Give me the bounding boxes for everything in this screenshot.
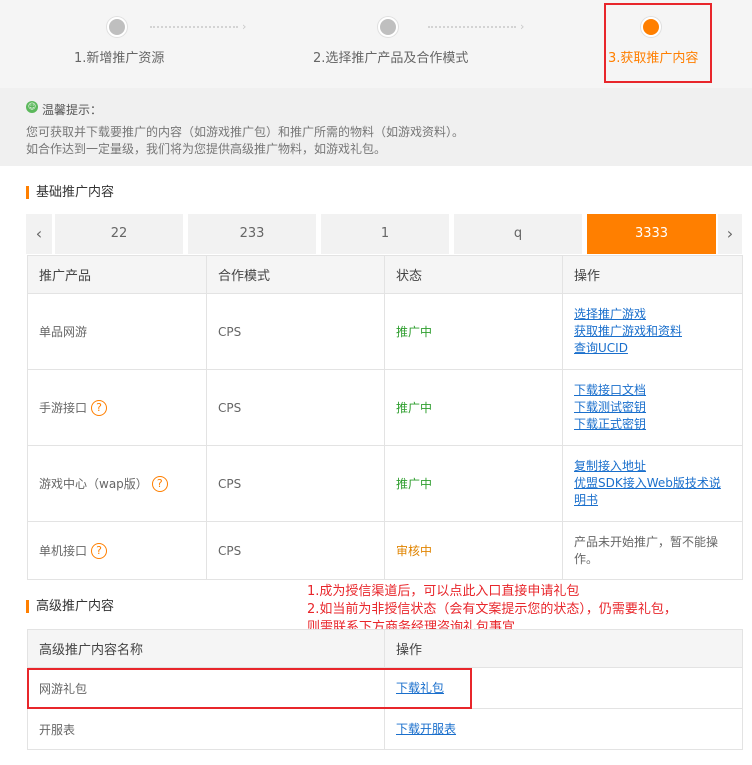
tab-22[interactable]: 22 <box>55 214 183 254</box>
download-test-key-link[interactable]: 下载测试密钥 <box>574 399 731 416</box>
ops-cell: 产品未开始推广，暂不能操 作。 <box>562 521 743 580</box>
product-cell: 单机接口? <box>27 521 207 580</box>
ops-cell: 下载接口文档 下载测试密钥 下载正式密钥 <box>562 369 743 446</box>
basic-content-table: 推广产品 合作模式 状态 操作 单品网游 CPS 推广中 选择推广游戏 获取推广… <box>27 255 743 580</box>
table-header-row: 高级推广内容名称 操作 <box>27 629 743 668</box>
tips-line: 您可获取并下载要推广的内容（如游戏推广包）和推广所需的物料（如游戏资料）。 <box>26 125 465 139</box>
select-game-link[interactable]: 选择推广游戏 <box>574 306 731 323</box>
tips-title: 温馨提示： <box>42 103 103 117</box>
table-row: 开服表 下载开服表 <box>27 708 743 750</box>
tips-panel: ☺ 温馨提示： 您可获取并下载要推广的内容（如游戏推广包）和推广所需的物料（如游… <box>0 88 752 166</box>
ops-cell: 复制接入地址 优盟SDK接入Web版技术说 明书 <box>562 445 743 522</box>
question-circle-icon[interactable]: ? <box>151 476 168 493</box>
highlight-box <box>604 3 712 83</box>
download-api-doc-link[interactable]: 下载接口文档 <box>574 382 731 399</box>
chevron-left-icon[interactable]: ‹ <box>26 214 52 254</box>
column-header: 操作 <box>384 629 743 668</box>
status-cell: 审核中 <box>384 521 563 580</box>
sdk-web-doc-link-cont[interactable]: 明书 <box>574 492 731 509</box>
ops-cell: 下载开服表 <box>384 708 743 750</box>
product-name: 单机接口 <box>39 543 88 558</box>
download-server-list-link[interactable]: 下载开服表 <box>396 721 731 738</box>
copy-access-url-link[interactable]: 复制接入地址 <box>574 458 731 475</box>
step-2-dot <box>378 17 398 37</box>
tab-233[interactable]: 233 <box>188 214 316 254</box>
column-header: 操作 <box>562 255 743 294</box>
status-cell: 推广中 <box>384 293 563 370</box>
ops-cell: 选择推广游戏 获取推广游戏和资料 查询UCID <box>562 293 743 370</box>
smile-icon: ☺ <box>26 101 38 113</box>
status-cell: 推广中 <box>384 445 563 522</box>
progress-steps: › › 1.新增推广资源 2.选择推广产品及合作模式 3.获取推广内容 <box>0 0 752 88</box>
query-ucid-link[interactable]: 查询UCID <box>574 340 731 357</box>
annotation-line: 1.成为授信渠道后，可以点此入口直接申请礼包 <box>307 584 580 599</box>
table-row: 单品网游 CPS 推广中 选择推广游戏 获取推广游戏和资料 查询UCID <box>27 293 743 370</box>
column-header: 推广产品 <box>27 255 207 294</box>
mode-cell: CPS <box>206 445 385 522</box>
section-title-basic: 基础推广内容 <box>26 186 114 199</box>
annotation-line: 2.如当前为非授信状态（会有文案提示您的状态），仍需要礼包， <box>307 602 677 617</box>
product-cell: 手游接口? <box>27 369 207 446</box>
step-1-dot <box>107 17 127 37</box>
product-cell: 单品网游 <box>27 293 207 370</box>
product-tabs: ‹ 22 233 1 q 3333 › <box>26 214 742 254</box>
step-connector <box>150 26 238 28</box>
tips-line: 如合作达到一定量级，我们将为您提供高级推广物料，如游戏礼包。 <box>26 142 387 156</box>
mode-cell: CPS <box>206 293 385 370</box>
column-header: 高级推广内容名称 <box>27 629 385 668</box>
status-cell: 推广中 <box>384 369 563 446</box>
table-header-row: 推广产品 合作模式 状态 操作 <box>27 255 743 294</box>
table-row: 单机接口? CPS 审核中 产品未开始推广，暂不能操 作。 <box>27 521 743 580</box>
column-header: 合作模式 <box>206 255 385 294</box>
download-prod-key-link[interactable]: 下载正式密钥 <box>574 416 731 433</box>
sdk-web-doc-link[interactable]: 优盟SDK接入Web版技术说 <box>574 475 731 492</box>
highlight-box <box>27 668 472 709</box>
mode-cell: CPS <box>206 369 385 446</box>
chevron-right-icon: › <box>242 20 247 33</box>
table-row: 手游接口? CPS 推广中 下载接口文档 下载测试密钥 下载正式密钥 <box>27 369 743 446</box>
not-started-note: 产品未开始推广，暂不能操 <box>574 534 719 549</box>
mode-cell: CPS <box>206 521 385 580</box>
content-name-cell: 开服表 <box>27 708 385 750</box>
product-name: 游戏中心（wap版） <box>39 476 148 491</box>
step-2-label: 2.选择推广产品及合作模式 <box>313 51 469 66</box>
section-title-advanced: 高级推广内容 <box>26 600 114 613</box>
product-name: 单品网游 <box>39 325 88 339</box>
tab-q[interactable]: q <box>454 214 582 254</box>
get-game-materials-link[interactable]: 获取推广游戏和资料 <box>574 323 731 340</box>
tab-3333[interactable]: 3333 <box>587 214 716 254</box>
step-connector <box>428 26 516 28</box>
question-circle-icon[interactable]: ? <box>91 400 108 417</box>
question-circle-icon[interactable]: ? <box>91 543 108 560</box>
column-header: 状态 <box>384 255 563 294</box>
chevron-right-icon[interactable]: › <box>718 214 742 254</box>
chevron-right-icon: › <box>520 20 525 33</box>
table-row: 游戏中心（wap版）? CPS 推广中 复制接入地址 优盟SDK接入Web版技术… <box>27 445 743 522</box>
product-name: 手游接口 <box>39 400 88 415</box>
product-cell: 游戏中心（wap版）? <box>27 445 207 522</box>
tab-1[interactable]: 1 <box>321 214 449 254</box>
step-1-label: 1.新增推广资源 <box>74 51 165 66</box>
not-started-note: 作。 <box>574 551 599 566</box>
